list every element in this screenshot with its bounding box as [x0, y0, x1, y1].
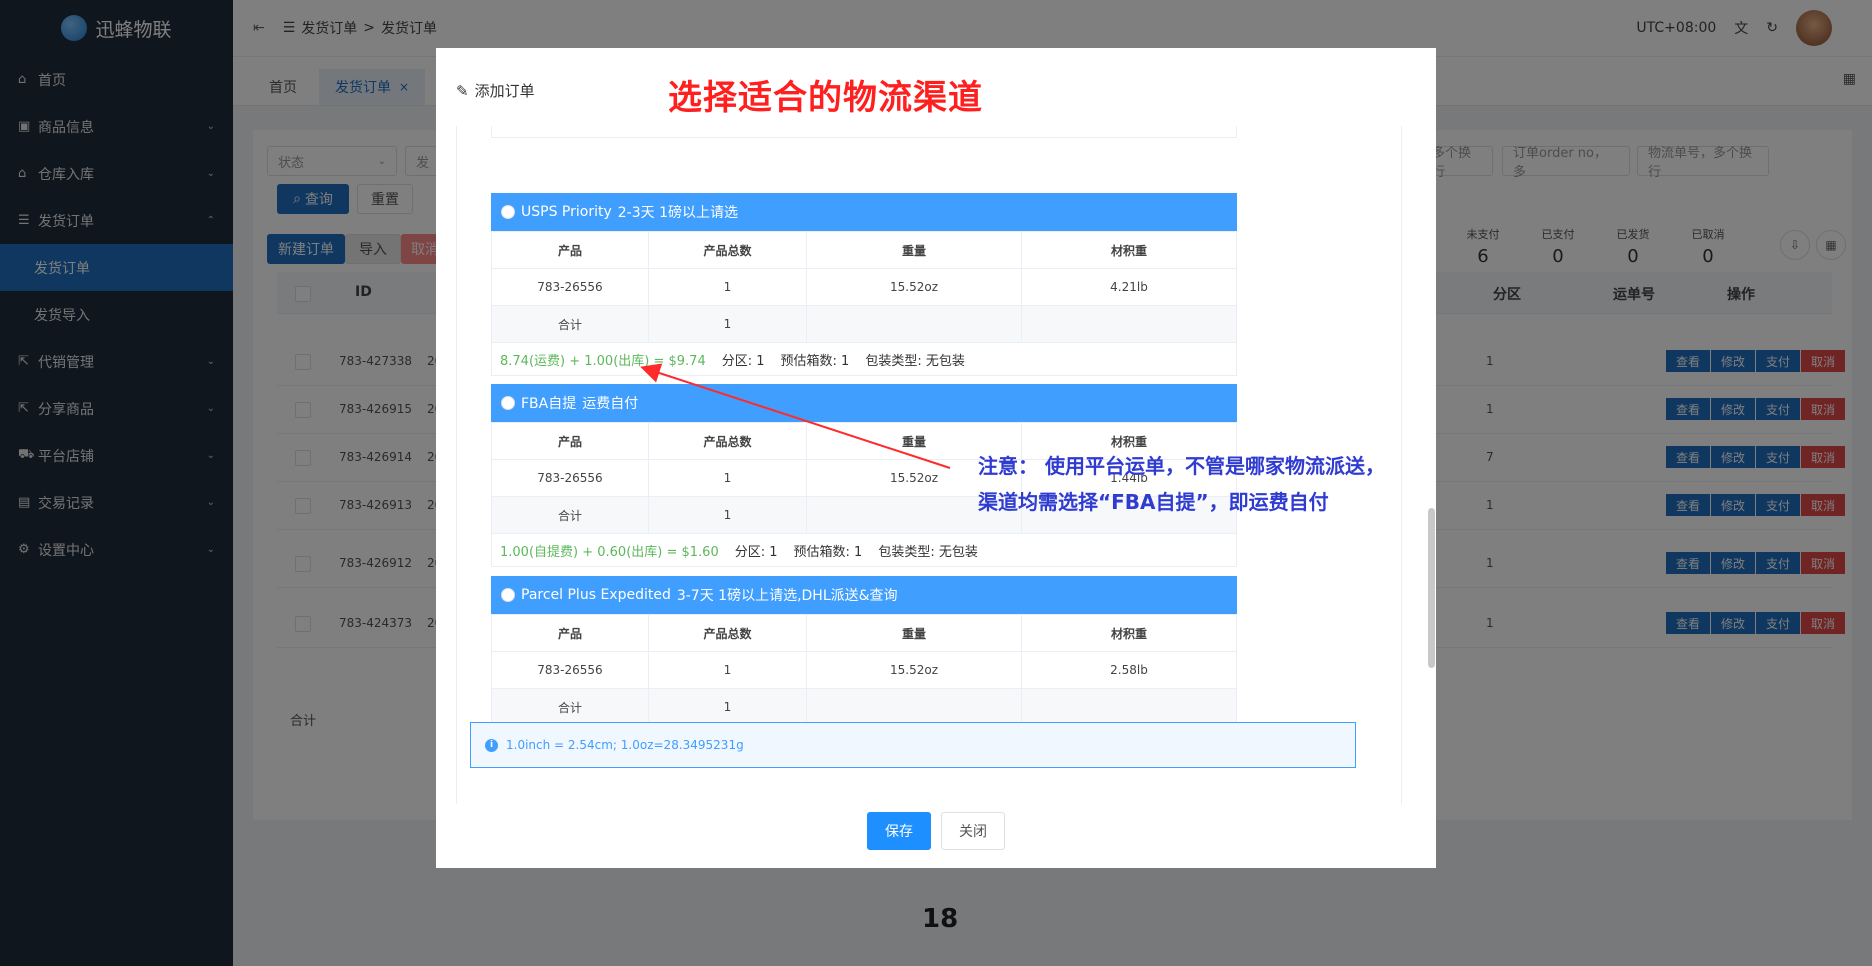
annotation-line-2: 渠道均需选择“FBA自提”，即运费自付 — [978, 490, 1329, 514]
annotation-note: 注意： 使用平台运单，不管是哪家物流派送， 渠道均需选择“FBA自提”，即运费自… — [978, 448, 1385, 520]
page-number: 18 — [922, 904, 959, 934]
annotation-line-1: 注意： 使用平台运单，不管是哪家物流派送， — [978, 454, 1385, 478]
annotation-arrow — [640, 363, 951, 469]
